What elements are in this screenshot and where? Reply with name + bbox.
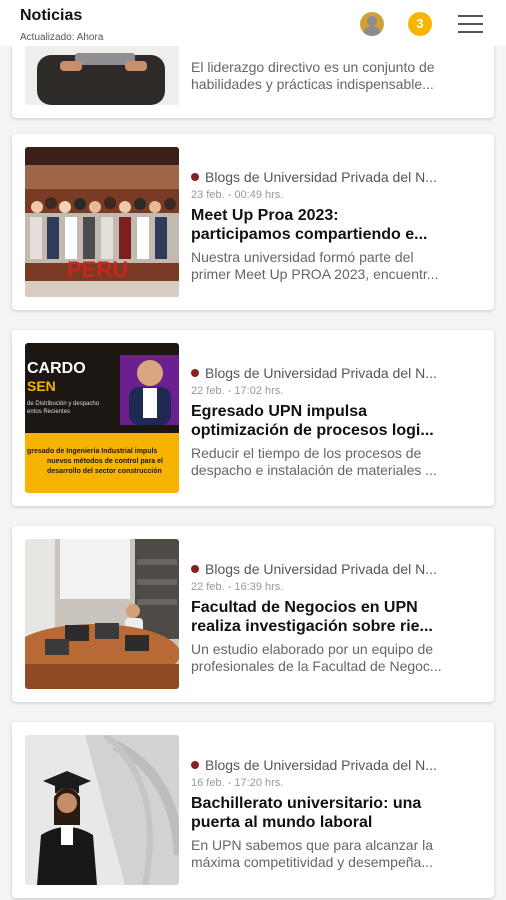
news-card[interactable]: CARDO SEN de Distribución y despacho ent…: [12, 330, 494, 506]
image-text: gresado de Ingeniería Industrial impuls: [27, 448, 157, 455]
news-summary: En UPN sabemos que para alcanzar la máxi…: [191, 837, 481, 871]
menu-line: [458, 31, 483, 33]
menu-line: [458, 15, 483, 17]
news-date: 22 feb. - 16:39 hrs.: [191, 581, 284, 593]
summary-line: El liderazgo directivo es un conjunto de: [191, 59, 435, 75]
news-card[interactable]: Blogs de Universidad Privada del N... 16…: [12, 722, 494, 898]
news-title: Egresado UPN impulsa optimización de pro…: [191, 402, 481, 440]
updated-status: Actualizado: Ahora: [20, 32, 104, 43]
news-source: Blogs de Universidad Privada del N...: [205, 365, 437, 381]
menu-line: [458, 23, 483, 25]
source-row: Blogs de Universidad Privada del N...: [191, 756, 481, 774]
title-line: optimización de procesos logi...: [191, 422, 434, 439]
source-row: Blogs de Universidad Privada del N...: [191, 168, 481, 186]
news-date: 23 feb. - 00:49 hrs.: [191, 189, 284, 201]
title-line: Meet Up Proa 2023:: [191, 207, 339, 224]
news-title: Bachillerato universitario: una puerta a…: [191, 794, 481, 832]
summary-line: Un estudio elaborado por un equipo de: [191, 641, 434, 657]
news-source: Blogs de Universidad Privada del N...: [205, 169, 437, 185]
news-thumbnail: [25, 735, 179, 885]
title-line: Facultad de Negocios en UPN: [191, 599, 418, 616]
image-text: de Distribución y despacho: [27, 401, 100, 407]
title-line: Egresado UPN impulsa: [191, 403, 368, 420]
news-date: 16 feb. - 17:20 hrs.: [191, 777, 284, 789]
news-summary: Reducir el tiempo de los procesos de des…: [191, 445, 481, 479]
avatar-head: [367, 16, 377, 26]
news-meta: Blogs de Universidad Privada del N... 23…: [191, 168, 481, 283]
news-title: Meet Up Proa 2023: participamos comparti…: [191, 206, 481, 244]
title-line: puerta al mundo laboral: [191, 814, 373, 831]
news-meta: Blogs de Universidad Privada del N... 16…: [191, 756, 481, 871]
image-text: desarrollo del sector construcción: [47, 468, 162, 475]
app-header: Noticias Actualizado: Ahora 3: [0, 0, 506, 46]
hamburger-menu-icon[interactable]: [458, 15, 483, 33]
image-text: entos Recientes: [27, 409, 70, 415]
summary-line: primer Meet Up PROA 2023, encuentr...: [191, 266, 439, 282]
news-thumbnail: [25, 539, 179, 689]
user-avatar-icon[interactable]: [360, 12, 384, 36]
avatar-shoulders: [363, 26, 381, 36]
news-date: 22 feb. - 17:02 hrs.: [191, 385, 284, 397]
news-title: Facultad de Negocios en UPN realiza inve…: [191, 598, 481, 636]
summary-line: máxima competitividad y desempeña...: [191, 854, 433, 870]
source-dot-icon: [191, 565, 199, 573]
news-source: Blogs de Universidad Privada del N...: [205, 561, 437, 577]
source-row: Blogs de Universidad Privada del N...: [191, 364, 481, 382]
summary-line: profesionales de la Facultad de Negoc...: [191, 658, 442, 674]
summary-line: habilidades y prácticas indispensable...: [191, 76, 434, 92]
source-dot-icon: [191, 761, 199, 769]
title-line: realiza investigación sobre rie...: [191, 618, 433, 635]
news-source: Blogs de Universidad Privada del N...: [205, 757, 437, 773]
title-line: Bachillerato universitario: una: [191, 795, 422, 812]
news-summary: Un estudio elaborado por un equipo de pr…: [191, 641, 481, 675]
news-card[interactable]: Blogs de Universidad Privada del N... 22…: [12, 526, 494, 702]
source-dot-icon: [191, 173, 199, 181]
image-text: nuevos métodos de control para el: [47, 458, 163, 465]
source-row: Blogs de Universidad Privada del N...: [191, 560, 481, 578]
image-text: SEN: [27, 378, 56, 394]
image-text: CARDO: [27, 360, 86, 377]
page-title: Noticias: [20, 7, 83, 24]
news-thumbnail: PERU: [25, 147, 179, 297]
summary-line: Reducir el tiempo de los procesos de: [191, 445, 422, 461]
news-meta: Blogs de Universidad Privada del N... 22…: [191, 560, 481, 675]
notification-badge[interactable]: 3: [408, 12, 432, 36]
news-card[interactable]: PERU Blogs de Universidad Privada del N.…: [12, 134, 494, 310]
news-summary: Nuestra universidad formó parte del prim…: [191, 249, 481, 283]
image-text: PERU: [67, 257, 128, 282]
summary-line: Nuestra universidad formó parte del: [191, 249, 414, 265]
title-line: participamos compartiendo e...: [191, 226, 428, 243]
source-dot-icon: [191, 369, 199, 377]
summary-line: despacho e instalación de materiales ...: [191, 462, 437, 478]
news-thumbnail: CARDO SEN de Distribución y despacho ent…: [25, 343, 179, 493]
news-meta: Blogs de Universidad Privada del N... 22…: [191, 364, 481, 479]
news-summary: El liderazgo directivo es un conjunto de…: [191, 59, 481, 93]
summary-line: En UPN sabemos que para alcanzar la: [191, 837, 434, 853]
